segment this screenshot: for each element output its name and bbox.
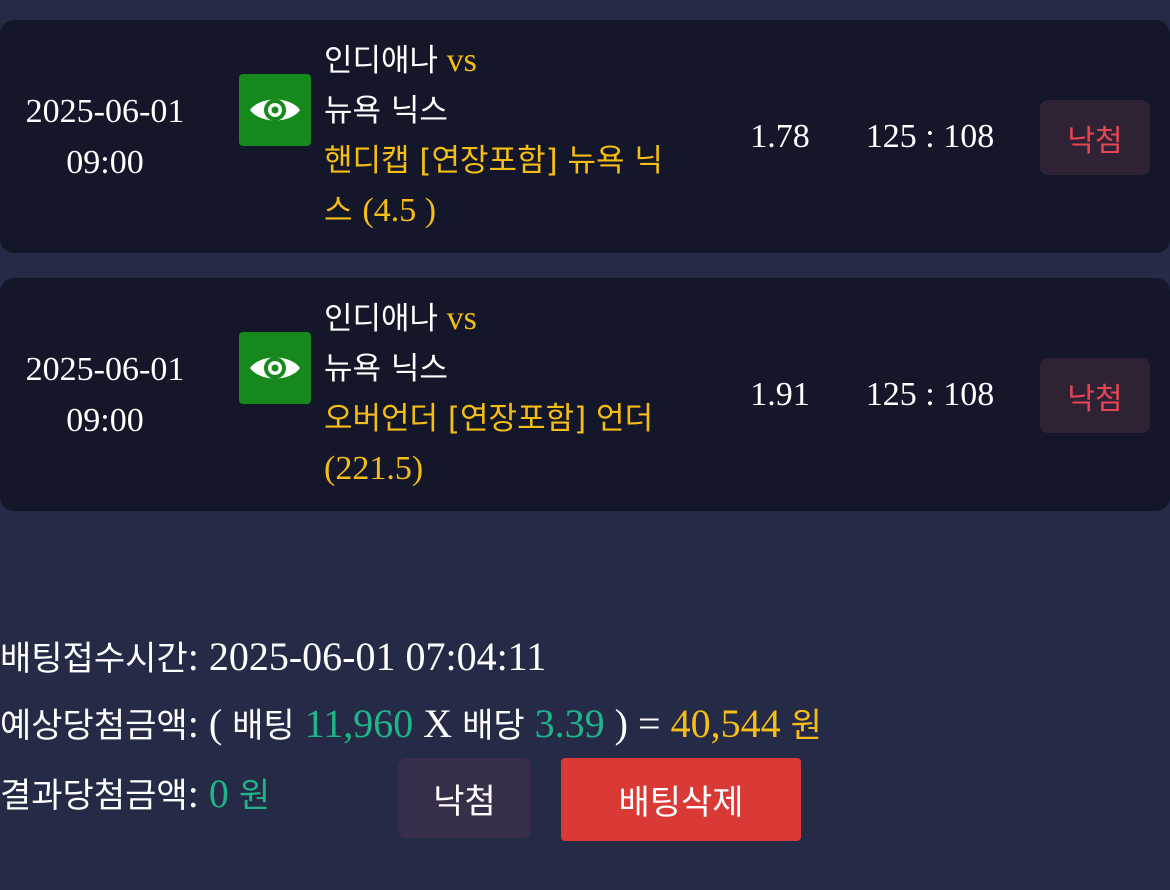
result-currency: 원 [238,776,271,816]
result-status-button[interactable]: 낙첨 [398,758,531,838]
match-info: 인디애나 vs 뉴욕 닉스 핸디캡 [연장포함] 뉴욕 닉스 (4.5 ) [324,36,684,236]
bet-selection: 핸디캡 [연장포함] 뉴욕 닉스 (4.5 ) [324,136,684,236]
bet-datetime: 2025-06-01 09:00 [0,344,210,446]
vs-label: vs [446,42,477,79]
vs-label: vs [446,300,477,337]
bet-datetime: 2025-06-01 09:00 [0,86,210,188]
expected-winnings-row: 예상당첨금액: ( 배팅 11,960 X 배당 3.39 ) = 40,544… [0,701,822,746]
total-odds: 3.39 [534,701,605,746]
result-amount: 0 [208,771,229,816]
bet-card: 2025-06-01 09:00 인디애나 vs 뉴욕 닉스 핸디캡 [연장포함… [0,20,1170,253]
bet-word: 배팅 [232,706,295,746]
bet-status-badge: 낙첨 [1040,100,1150,175]
result-winnings-label: 결과당첨금액 [0,776,188,816]
bet-line: (221.5) [324,450,424,487]
expected-winnings-label: 예상당첨금액 [0,706,188,746]
close-equals: ) = [614,701,661,746]
eye-icon [250,99,300,121]
result-winnings-row: 결과당첨금액: 0 원 [0,771,271,816]
bet-odds: 1.78 [750,118,810,155]
bet-type: 오버언더 [연장포함] 언더 [324,401,654,437]
bet-amount: 11,960 [304,701,414,746]
away-team: 뉴욕 닉스 [324,93,448,129]
times-sign: X [423,701,453,746]
bet-line: (4.5 ) [362,192,437,229]
receipt-time-label: 배팅접수시간 [0,639,188,679]
eye-icon [250,357,300,379]
odds-word: 배당 [462,706,525,746]
bet-selection: 오버언더 [연장포함] 언더 (221.5) [324,394,684,494]
home-team: 인디애나 [324,301,439,337]
expected-amount: 40,544 [670,701,781,746]
away-team: 뉴욕 닉스 [324,351,448,387]
open-paren: ( [208,701,223,746]
bet-date: 2025-06-01 [25,351,185,388]
receipt-time-value: 2025-06-01 07:04:11 [208,634,547,679]
bet-time: 09:00 [66,144,144,181]
home-team: 인디애나 [324,43,439,79]
bet-status-badge: 낙첨 [1040,358,1150,433]
match-score: 125 : 108 [865,376,995,413]
bet-odds: 1.91 [750,376,810,413]
view-match-button[interactable] [239,74,311,146]
view-match-button[interactable] [239,332,311,404]
expected-currency: 원 [790,706,822,746]
bet-date: 2025-06-01 [25,93,185,130]
delete-bet-button[interactable]: 배팅삭제 [561,758,801,841]
match-info: 인디애나 vs 뉴욕 닉스 오버언더 [연장포함] 언더 (221.5) [324,294,684,494]
receipt-time-row: 배팅접수시간: 2025-06-01 07:04:11 [0,634,547,679]
bet-time: 09:00 [66,402,144,439]
bet-card: 2025-06-01 09:00 인디애나 vs 뉴욕 닉스 오버언더 [연장포… [0,278,1170,511]
match-score: 125 : 108 [865,118,995,155]
